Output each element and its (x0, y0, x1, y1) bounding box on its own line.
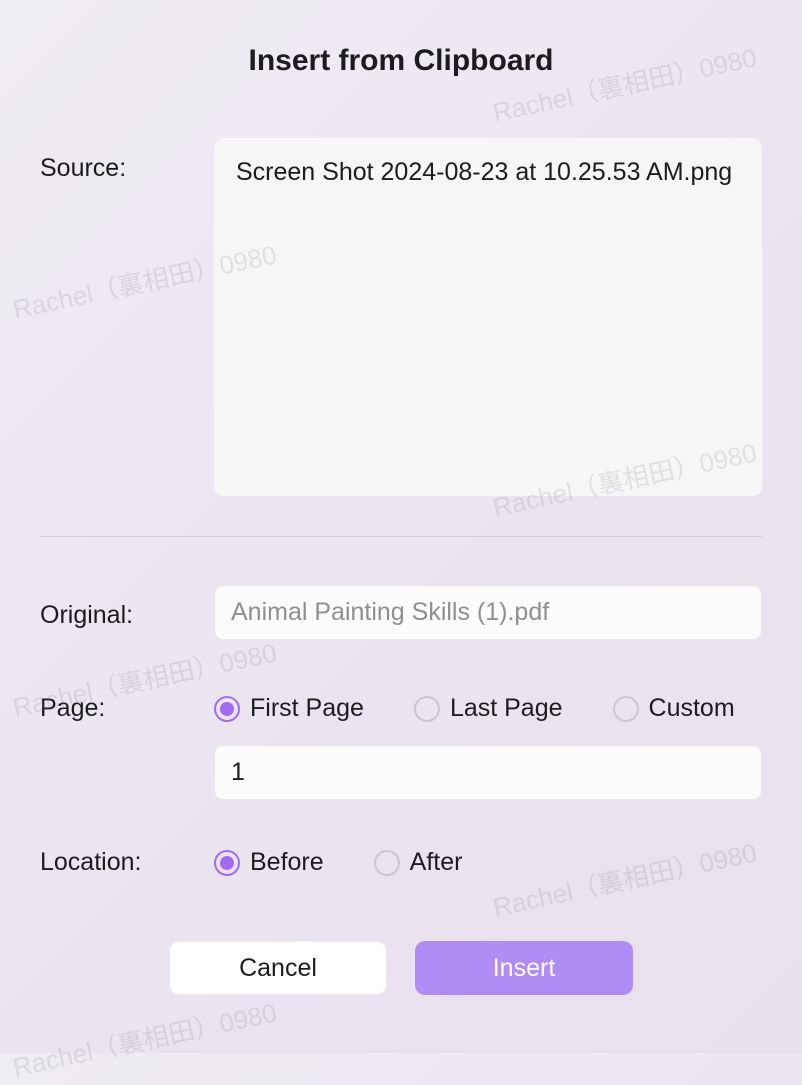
source-filename: Screen Shot 2024-08-23 at 10.25.53 AM.pn… (236, 158, 732, 186)
radio-icon (613, 696, 639, 722)
radio-label-first: First Page (250, 694, 364, 723)
radio-icon (214, 850, 240, 876)
radio-custom-page[interactable]: Custom (613, 694, 735, 723)
radio-icon (374, 850, 400, 876)
radio-last-page[interactable]: Last Page (414, 694, 563, 723)
radio-label-before: Before (250, 848, 324, 877)
original-filename: Animal Painting Skills (1).pdf (231, 598, 549, 626)
location-label: Location: (40, 832, 214, 877)
page-radio-group: First Page Last Page Custom (214, 678, 762, 723)
radio-label-after: After (410, 848, 463, 877)
original-label: Original: (40, 585, 214, 630)
location-row: Location: Before After (40, 832, 762, 877)
source-row: Source: Screen Shot 2024-08-23 at 10.25.… (40, 138, 762, 496)
page-number-field[interactable]: 1 (214, 745, 762, 800)
radio-icon (214, 696, 240, 722)
original-row: Original: Animal Painting Skills (1).pdf (40, 585, 762, 640)
insert-dialog: Insert from Clipboard Source: Screen Sho… (0, 0, 802, 1025)
page-label: Page: (40, 678, 214, 723)
insert-button-label: Insert (493, 954, 556, 983)
radio-label-last: Last Page (450, 694, 563, 723)
original-field[interactable]: Animal Painting Skills (1).pdf (214, 585, 762, 640)
source-label: Source: (40, 138, 214, 183)
page-number-value: 1 (231, 758, 245, 786)
dialog-title: Insert from Clipboard (40, 44, 762, 78)
radio-label-custom: Custom (649, 694, 735, 723)
location-radio-group: Before After (214, 832, 762, 877)
button-row: Cancel Insert (40, 941, 762, 995)
page-row: Page: First Page Last Page Custom 1 (40, 678, 762, 800)
source-box[interactable]: Screen Shot 2024-08-23 at 10.25.53 AM.pn… (214, 138, 762, 496)
insert-button[interactable]: Insert (415, 941, 633, 995)
radio-icon (414, 696, 440, 722)
divider (40, 536, 762, 537)
cancel-button[interactable]: Cancel (169, 941, 387, 995)
radio-before[interactable]: Before (214, 848, 324, 877)
radio-after[interactable]: After (374, 848, 463, 877)
radio-first-page[interactable]: First Page (214, 694, 364, 723)
cancel-button-label: Cancel (239, 954, 317, 983)
